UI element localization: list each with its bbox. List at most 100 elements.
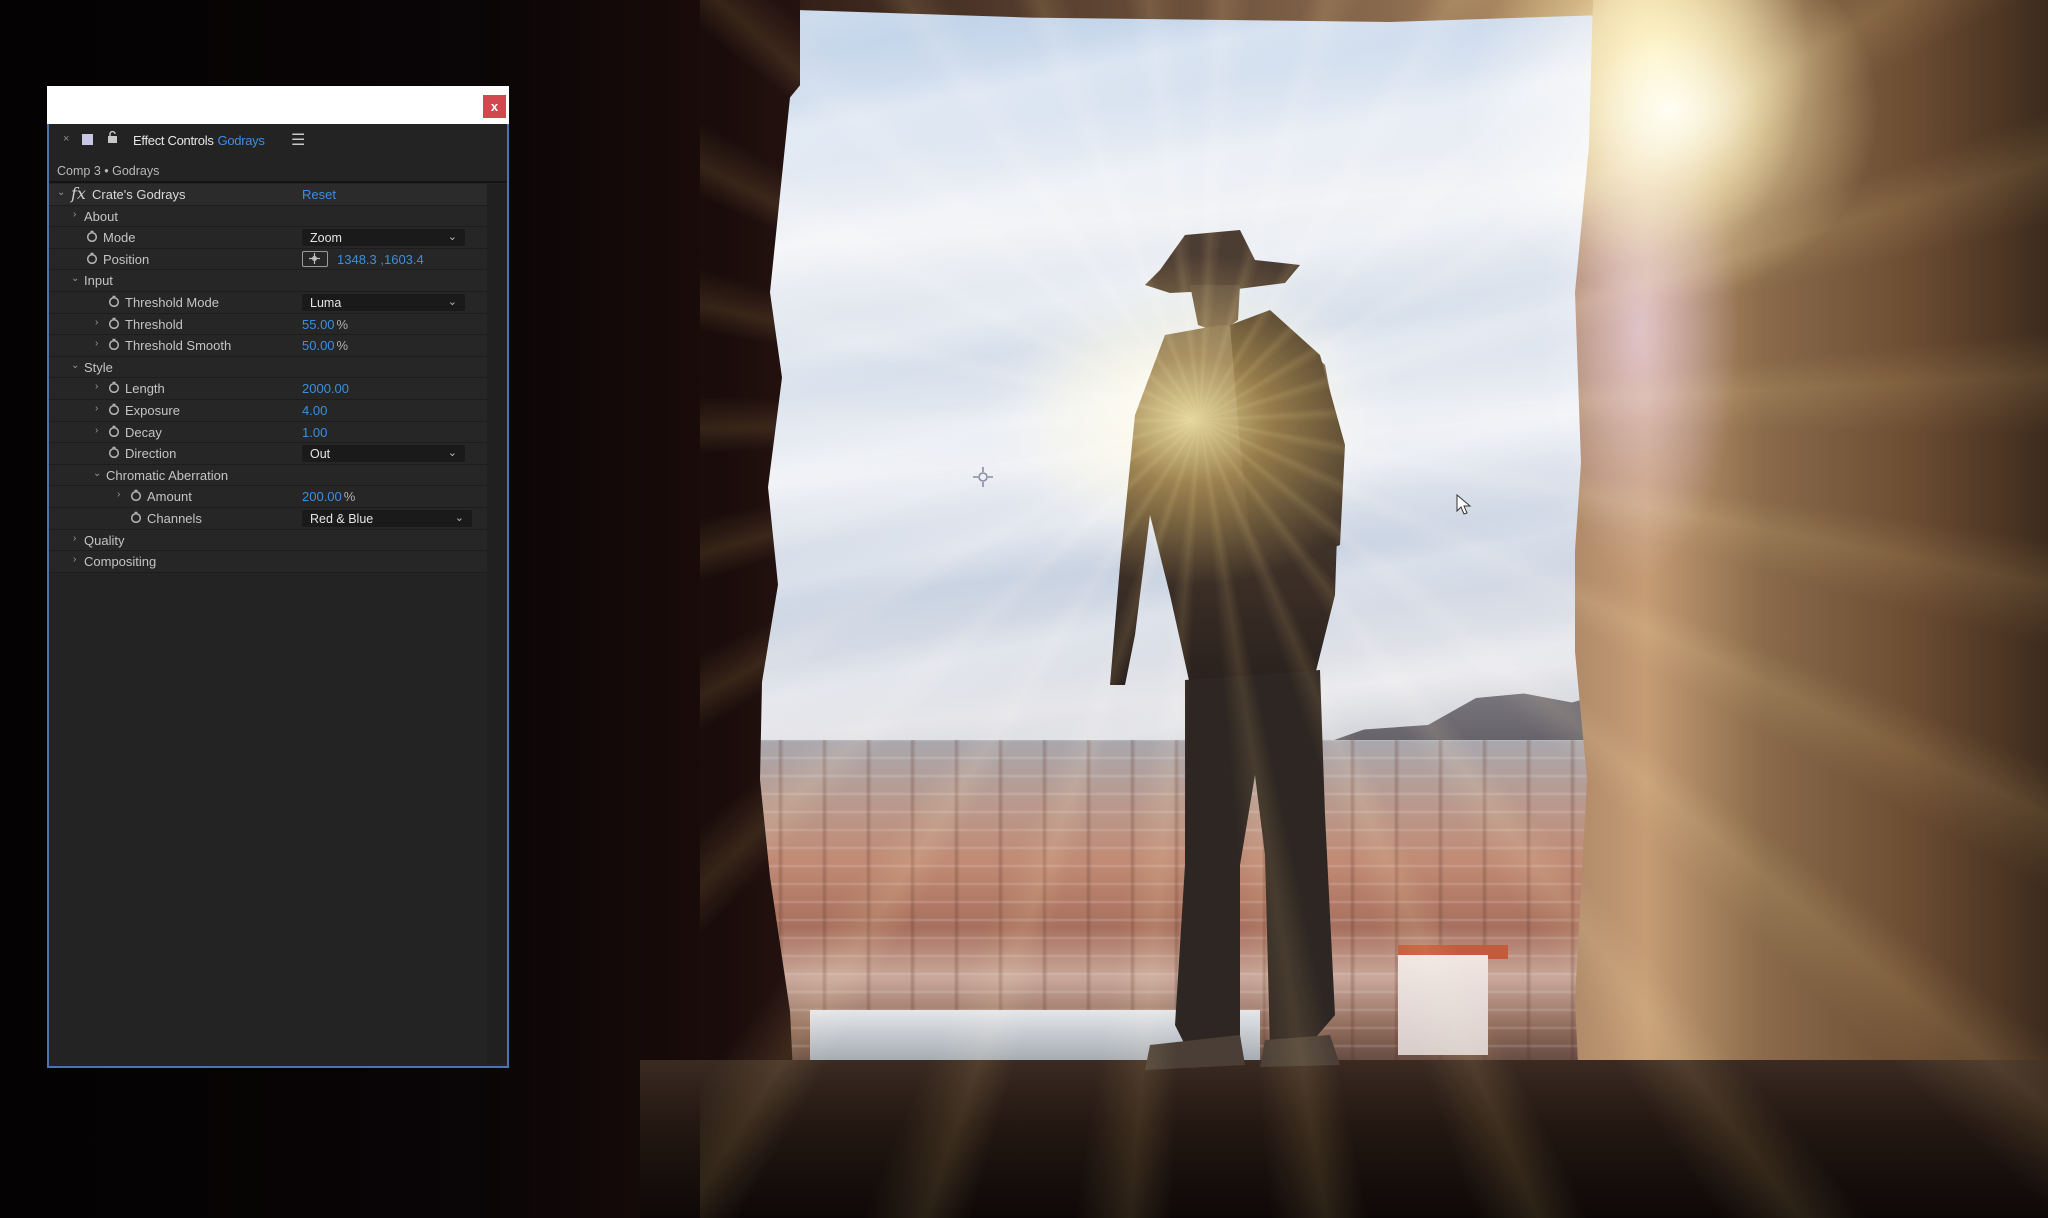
threshold-mode-dropdown[interactable]: Luma ⌄: [302, 293, 465, 311]
group-row-chromatic-aberration[interactable]: ⌄ Chromatic Aberration: [49, 464, 487, 487]
stopwatch-icon[interactable]: [86, 230, 98, 243]
chevron-down-icon: ⌄: [447, 447, 457, 460]
length-value[interactable]: 2000.00: [302, 381, 349, 396]
stopwatch-icon[interactable]: [130, 511, 142, 523]
lock-icon[interactable]: [107, 131, 118, 143]
value-unit: %: [336, 338, 349, 354]
effect-controls-panel: × Effect Controls Godrays ☰ Comp 3 • Godr…: [47, 124, 509, 1068]
group-row-about[interactable]: › About: [49, 205, 487, 228]
group-row-quality[interactable]: › Quality: [49, 529, 487, 552]
fx-icon[interactable]: fx: [71, 184, 86, 203]
param-row-length: › Length 2000.00: [49, 378, 487, 400]
effect-row-crates-godrays[interactable]: ⌄ fx Crate's Godrays Reset: [49, 184, 487, 206]
param-label: Threshold: [125, 316, 183, 332]
value-number: 200.00: [302, 489, 342, 505]
threshold-smooth-value[interactable]: 50.00%: [302, 338, 348, 353]
channels-dropdown[interactable]: Red & Blue ⌄: [302, 509, 472, 527]
expand-chevron-icon[interactable]: ›: [95, 338, 98, 349]
group-row-input[interactable]: ⌄ Input: [49, 270, 487, 292]
group-label: Quality: [84, 532, 125, 548]
param-row-direction: Direction Out ⌄: [49, 443, 487, 465]
group-label: About: [84, 208, 118, 224]
expand-chevron-icon[interactable]: ›: [73, 209, 76, 220]
sun-glow: [960, 240, 1420, 600]
panel-tab-bar: × Effect Controls Godrays ☰: [49, 124, 507, 158]
expand-chevron-icon[interactable]: ›: [95, 403, 98, 414]
stopwatch-icon[interactable]: [108, 317, 120, 329]
param-row-threshold-smooth: › Threshold Smooth 50.00%: [49, 335, 487, 357]
amount-value[interactable]: 200.00%: [302, 489, 355, 504]
param-row-threshold-mode: Threshold Mode Luma ⌄: [49, 291, 487, 314]
panel-menu-icon[interactable]: ☰: [291, 130, 305, 150]
chevron-down-icon: ⌄: [447, 231, 457, 244]
param-label: Mode: [103, 230, 136, 246]
crosshair-point-picker-icon[interactable]: [302, 250, 328, 267]
threshold-value[interactable]: 55.00%: [302, 317, 348, 332]
expand-chevron-icon[interactable]: ›: [95, 317, 98, 328]
collapse-chevron-icon[interactable]: ⌄: [93, 468, 101, 479]
param-label: Amount: [147, 489, 192, 505]
param-label: Threshold Smooth: [125, 338, 232, 354]
expand-chevron-icon[interactable]: ›: [73, 554, 76, 565]
breadcrumb: Comp 3 • Godrays: [57, 164, 160, 178]
stopwatch-icon[interactable]: [108, 446, 120, 459]
param-row-position: Position 1348.3 ,1603.4: [49, 248, 487, 271]
expand-chevron-icon[interactable]: ›: [73, 533, 76, 544]
dropdown-value: Red & Blue: [310, 511, 374, 526]
direction-dropdown[interactable]: Out ⌄: [302, 445, 465, 463]
chevron-down-icon: ⌄: [454, 511, 464, 524]
window-titlebar[interactable]: x: [47, 86, 509, 126]
stopwatch-icon[interactable]: [108, 295, 120, 307]
value-unit: %: [343, 489, 356, 505]
value-unit: %: [336, 316, 349, 332]
collapse-chevron-icon[interactable]: ⌄: [71, 273, 79, 284]
decay-value[interactable]: 1.00: [302, 425, 327, 440]
stopwatch-icon[interactable]: [108, 338, 120, 351]
effect-name: Crate's Godrays: [92, 187, 186, 202]
stopwatch-icon[interactable]: [86, 252, 98, 264]
mode-dropdown[interactable]: Zoom ⌄: [302, 229, 465, 247]
group-label: Chromatic Aberration: [106, 467, 229, 483]
godrays-position-handle[interactable]: [973, 467, 993, 487]
expand-chevron-icon[interactable]: ›: [117, 489, 120, 500]
position-value[interactable]: 1348.3 ,1603.4: [337, 252, 424, 267]
value-number: 50.00: [302, 338, 335, 354]
dropdown-value: Luma: [310, 295, 342, 310]
expand-chevron-icon[interactable]: ›: [95, 381, 98, 392]
group-row-compositing[interactable]: › Compositing: [49, 551, 487, 573]
mouse-cursor-icon: [1456, 494, 1472, 515]
exposure-value[interactable]: 4.00: [302, 403, 327, 418]
param-label: Length: [125, 381, 165, 397]
panel-tab-label: Effect Controls: [133, 133, 214, 148]
stopwatch-icon[interactable]: [108, 403, 120, 415]
chevron-down-icon: ⌄: [447, 295, 457, 308]
close-panel-icon[interactable]: ×: [63, 133, 69, 145]
param-label: Channels: [147, 510, 202, 526]
expand-chevron-icon[interactable]: ›: [95, 425, 98, 436]
panel-tab-effect-controls[interactable]: Effect Controls Godrays: [133, 133, 265, 148]
stopwatch-icon[interactable]: [130, 489, 142, 502]
collapse-chevron-icon[interactable]: ⌄: [71, 360, 79, 371]
stopwatch-icon[interactable]: [108, 381, 120, 394]
param-label: Position: [103, 251, 150, 267]
stopwatch-icon[interactable]: [108, 425, 120, 437]
effect-controls-window: x × Effect Controls Godrays ☰ Comp 3 • Go…: [47, 86, 509, 1068]
dropdown-value: Out: [310, 447, 331, 462]
param-row-exposure: › Exposure 4.00: [49, 399, 487, 422]
param-row-threshold: › Threshold 55.00%: [49, 313, 487, 336]
group-label: Style: [84, 359, 113, 375]
divider: [49, 181, 507, 183]
collapse-chevron-icon[interactable]: ⌄: [57, 187, 65, 198]
param-row-amount: › Amount 200.00%: [49, 486, 487, 508]
param-label: Exposure: [125, 402, 180, 418]
panel-tab-layer-name: Godrays: [217, 133, 265, 148]
param-label: Direction: [125, 446, 177, 462]
reset-link[interactable]: Reset: [302, 187, 336, 202]
dropdown-value: Zoom: [310, 231, 342, 246]
group-row-style[interactable]: ⌄ Style: [49, 356, 487, 379]
panel-scrollbar[interactable]: [487, 184, 507, 1064]
value-number: 55.00: [302, 316, 335, 332]
param-row-channels: Channels Red & Blue ⌄: [49, 507, 487, 530]
window-close-button[interactable]: x: [483, 95, 506, 118]
group-label: Compositing: [84, 554, 157, 570]
